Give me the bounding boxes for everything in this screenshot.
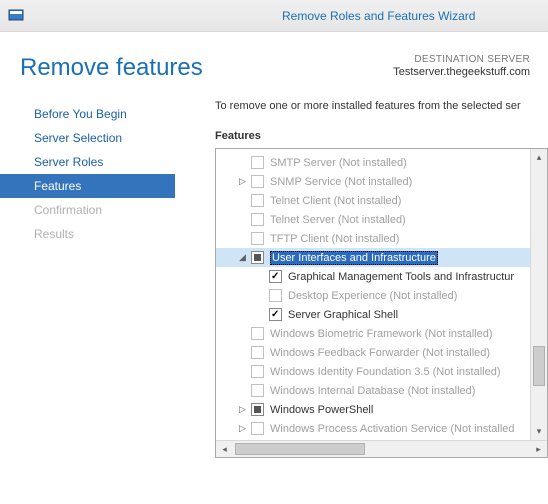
page-title: Remove features (20, 54, 393, 82)
checkbox[interactable] (269, 270, 282, 283)
expand-icon[interactable]: ▷ (236, 403, 249, 416)
tree-row[interactable]: ▷ Windows Process Activation Service (Not… (216, 419, 530, 438)
tree-item-label: Windows Biometric Framework (Not install… (270, 328, 493, 340)
nav-item-confirmation: Confirmation (0, 198, 175, 222)
nav-item-server-roles[interactable]: Server Roles (0, 150, 175, 174)
horizontal-scrollbar[interactable]: ◂ ▸ (216, 440, 547, 457)
vertical-scrollbar[interactable]: ▴ ▾ (530, 149, 547, 440)
tree-row[interactable]: ▷Server Graphical Shell (216, 305, 530, 324)
checkbox (251, 365, 264, 378)
tree-item-label: SNMP Service (Not installed) (270, 176, 412, 188)
tree-item-label: TFTP Client (Not installed) (270, 233, 399, 245)
tree-row[interactable]: ▷Telnet Server (Not installed) (216, 210, 530, 229)
tree-row[interactable]: ▷Telnet Client (Not installed) (216, 191, 530, 210)
checkbox (251, 384, 264, 397)
checkbox[interactable] (269, 308, 282, 321)
tree-item-label: Windows Feedback Forwarder (Not installe… (270, 347, 490, 359)
nav-item-server-selection[interactable]: Server Selection (0, 126, 175, 150)
page-header: Remove features DESTINATION SERVER Tests… (0, 32, 548, 100)
tree-item-label: Windows Identity Foundation 3.5 (Not ins… (270, 366, 501, 378)
checkbox (251, 346, 264, 359)
tree-row[interactable]: ▷Desktop Experience (Not installed) (216, 286, 530, 305)
window-title: Remove Roles and Features Wizard (282, 9, 475, 23)
tree-item-label: Windows Process Activation Service (Not … (270, 423, 515, 435)
vscroll-track[interactable] (531, 166, 547, 423)
destination-block: DESTINATION SERVER Testserver.thegeekstu… (393, 54, 530, 78)
vscroll-thumb[interactable] (533, 346, 545, 386)
tree-row[interactable]: ▷SMTP Server (Not installed) (216, 153, 530, 172)
scroll-up-button[interactable]: ▴ (531, 149, 547, 166)
tree-viewport[interactable]: ▷SMTP Server (Not installed)▷SNMP Servic… (216, 149, 530, 440)
features-heading: Features (215, 130, 548, 142)
scroll-right-button[interactable]: ▸ (530, 441, 547, 457)
wizard-icon (8, 8, 24, 24)
tree-row[interactable]: ◢ User Interfaces and Infrastructure (216, 248, 530, 267)
tree-item-label: User Interfaces and Infrastructure (270, 251, 438, 265)
collapse-icon[interactable]: ◢ (236, 251, 249, 264)
checkbox[interactable] (251, 251, 264, 264)
expand-icon[interactable]: ▷ (236, 175, 249, 188)
tree-item-label: Telnet Client (Not installed) (270, 195, 401, 207)
checkbox (269, 289, 282, 302)
nav-item-before-you-begin[interactable]: Before You Begin (0, 102, 175, 126)
nav-item-results: Results (0, 222, 175, 246)
checkbox (251, 175, 264, 188)
scroll-left-button[interactable]: ◂ (216, 441, 233, 457)
destination-name: Testserver.thegeekstuff.com (393, 66, 530, 78)
nav-item-features[interactable]: Features (0, 174, 175, 198)
destination-label: DESTINATION SERVER (393, 54, 530, 65)
tree-row[interactable]: ▷Windows Feedback Forwarder (Not install… (216, 343, 530, 362)
tree-item-label: Windows Internal Database (Not installed… (270, 385, 475, 397)
features-tree: ▷SMTP Server (Not installed)▷SNMP Servic… (215, 148, 548, 458)
checkbox[interactable] (251, 403, 264, 416)
tree-item-label: Server Graphical Shell (288, 309, 398, 321)
tree-row[interactable]: ▷ SNMP Service (Not installed) (216, 172, 530, 191)
tree-row[interactable]: ▷Graphical Management Tools and Infrastr… (216, 267, 530, 286)
checkbox (251, 156, 264, 169)
hscroll-thumb[interactable] (235, 443, 365, 455)
tree-row[interactable]: ▷ Windows PowerShell (216, 400, 530, 419)
tree-row[interactable]: ▷Windows Identity Foundation 3.5 (Not in… (216, 362, 530, 381)
checkbox (251, 194, 264, 207)
tree-item-label: SMTP Server (Not installed) (270, 157, 407, 169)
tree-item-label: Desktop Experience (Not installed) (288, 290, 457, 302)
tree-item-label: Windows PowerShell (270, 404, 373, 416)
checkbox (251, 422, 264, 435)
tree-row[interactable]: ▷Windows Biometric Framework (Not instal… (216, 324, 530, 343)
main-panel: To remove one or more installed features… (175, 100, 548, 458)
instruction-text: To remove one or more installed features… (215, 100, 548, 112)
scroll-down-button[interactable]: ▾ (531, 423, 547, 440)
tree-item-label: Graphical Management Tools and Infrastru… (288, 271, 514, 283)
hscroll-track[interactable] (233, 441, 530, 457)
checkbox (251, 232, 264, 245)
checkbox (251, 327, 264, 340)
checkbox (251, 213, 264, 226)
wizard-nav: Before You BeginServer SelectionServer R… (0, 100, 175, 458)
tree-row[interactable]: ▷TFTP Client (Not installed) (216, 229, 530, 248)
title-bar: Remove Roles and Features Wizard (0, 0, 548, 32)
tree-item-label: Telnet Server (Not installed) (270, 214, 406, 226)
tree-row[interactable]: ▷Windows Internal Database (Not installe… (216, 381, 530, 400)
expand-icon[interactable]: ▷ (236, 422, 249, 435)
